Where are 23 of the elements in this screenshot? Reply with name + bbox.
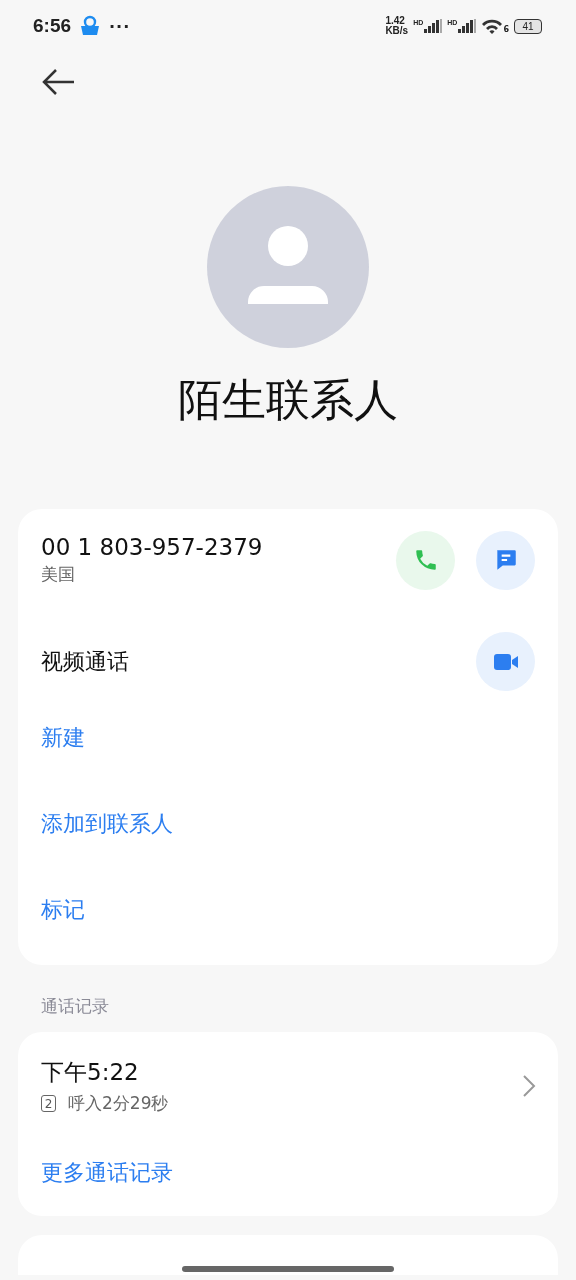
phone-region: 美国 — [41, 563, 76, 586]
contact-name: 陌生联系人 — [177, 374, 399, 426]
action-link[interactable]: 标记 — [18, 867, 558, 953]
app-notification-icon — [81, 15, 100, 35]
sim-icon: 2 — [41, 1095, 56, 1112]
wifi-icon — [482, 19, 503, 34]
wifi-label: 6 — [503, 25, 509, 34]
call-time: 下午5:22 — [41, 1058, 140, 1087]
action-link[interactable]: 新建 — [18, 695, 558, 781]
status-time: 6:56 — [33, 15, 72, 37]
network-speed: 1.42 KB/s — [385, 16, 409, 36]
call-detail: 呼入2分29秒 — [68, 1092, 169, 1115]
chevron-icon — [522, 1074, 536, 1098]
video-call-label: 视频通话 — [41, 647, 130, 676]
section-heading: 通话记录 — [40, 995, 110, 1018]
battery-icon: 41 — [514, 18, 542, 34]
signal-icon — [458, 19, 477, 33]
action-link[interactable]: 添加到联系人 — [18, 781, 558, 867]
more-notifications-icon: ··· — [109, 16, 131, 36]
signal-icon — [424, 19, 443, 33]
phone-number: 00 1 803-957-2379 — [41, 534, 264, 560]
call-log-entry[interactable]: 下午5:22 2 呼入2分29秒 — [18, 1054, 558, 1118]
more-call-records-link[interactable]: 更多通话记录 — [18, 1140, 196, 1206]
